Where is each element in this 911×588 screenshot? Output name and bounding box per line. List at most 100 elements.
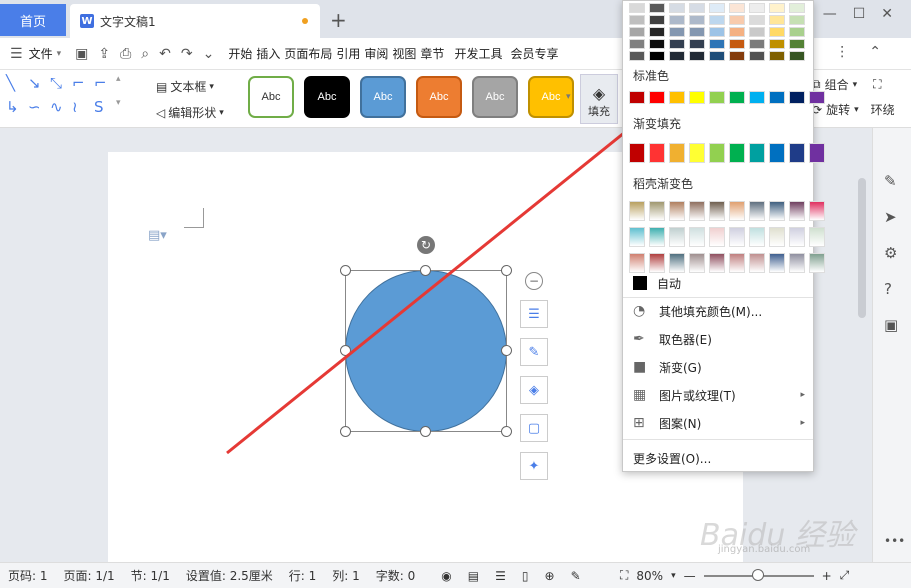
status-pages[interactable]: 页面: 1/1 <box>64 567 115 584</box>
status-word-count[interactable]: 字数: 0 <box>376 567 416 584</box>
status-section[interactable]: 节: 1/1 <box>131 567 170 584</box>
color-swatch[interactable] <box>709 39 725 49</box>
color-swatch[interactable] <box>749 39 765 49</box>
auto-color-item[interactable]: 自动 <box>623 269 813 297</box>
standard-color-swatch[interactable] <box>769 91 785 104</box>
shell-gradient-swatch[interactable] <box>629 227 645 247</box>
zoom-out-icon[interactable]: — <box>684 569 696 583</box>
more-fill-colors-item[interactable]: ◔ 其他填充颜色(M)... <box>623 297 813 325</box>
shell-gradient-swatch[interactable] <box>789 201 805 221</box>
standard-color-swatch[interactable] <box>709 91 725 104</box>
shell-gradient-swatch[interactable] <box>709 227 725 247</box>
zoom-in-icon[interactable]: + <box>822 569 832 583</box>
color-swatch[interactable] <box>649 15 665 25</box>
standard-color-swatch[interactable] <box>809 91 825 104</box>
color-swatch[interactable] <box>729 39 745 49</box>
color-swatch[interactable] <box>629 51 645 61</box>
shell-gradient-swatch[interactable] <box>729 201 745 221</box>
vertical-scrollbar[interactable] <box>855 138 869 558</box>
color-swatch[interactable] <box>709 27 725 37</box>
color-swatch[interactable] <box>629 39 645 49</box>
color-swatch[interactable] <box>669 27 685 37</box>
color-swatch[interactable] <box>749 51 765 61</box>
outline-view-icon[interactable]: ☰ <box>495 569 506 583</box>
sliders-icon[interactable]: ⚙ <box>884 244 897 262</box>
standard-color-swatch[interactable] <box>629 91 645 104</box>
color-swatch[interactable] <box>729 3 745 13</box>
shell-gradient-swatch[interactable] <box>769 201 785 221</box>
color-swatch[interactable] <box>649 27 665 37</box>
zoom-slider-thumb[interactable] <box>751 568 764 581</box>
eyedropper-item[interactable]: ✒ 取色器(E) <box>623 325 813 353</box>
color-swatch[interactable] <box>789 15 805 25</box>
shell-gradient-swatch[interactable] <box>689 201 705 221</box>
fit-page-icon[interactable]: ⛶ <box>620 568 628 583</box>
shell-gradient-swatch[interactable] <box>649 227 665 247</box>
status-setting[interactable]: 设置值: 2.5厘米 <box>186 567 273 584</box>
more-dots-icon[interactable]: ••• <box>884 534 905 548</box>
standard-color-swatch[interactable] <box>729 91 745 104</box>
color-swatch[interactable] <box>749 15 765 25</box>
fullscreen-icon[interactable]: ⤢ <box>840 568 850 583</box>
standard-color-swatch[interactable] <box>669 91 685 104</box>
color-swatch[interactable] <box>729 15 745 25</box>
color-swatch[interactable] <box>689 3 705 13</box>
color-swatch[interactable] <box>669 3 685 13</box>
status-page-number[interactable]: 页码: 1 <box>8 567 48 584</box>
color-swatch[interactable] <box>669 51 685 61</box>
shell-gradient-swatch[interactable] <box>669 227 685 247</box>
gradient-color-swatch[interactable] <box>809 143 825 163</box>
color-swatch[interactable] <box>769 39 785 49</box>
color-swatch[interactable] <box>629 3 645 13</box>
gradient-color-swatch[interactable] <box>669 143 685 163</box>
more-settings-item[interactable]: 更多设置(O)... <box>623 444 813 472</box>
gradient-item[interactable]: ■ 渐变(G) <box>623 353 813 381</box>
color-swatch[interactable] <box>669 39 685 49</box>
color-swatch[interactable] <box>769 3 785 13</box>
color-swatch[interactable] <box>689 51 705 61</box>
pattern-item[interactable]: ⊞ 图案(N) ▸ <box>623 409 813 437</box>
gradient-color-swatch[interactable] <box>709 143 725 163</box>
help-icon[interactable]: ? <box>884 280 892 298</box>
color-swatch[interactable] <box>749 3 765 13</box>
color-swatch[interactable] <box>789 3 805 13</box>
color-swatch[interactable] <box>769 51 785 61</box>
color-swatch[interactable] <box>789 39 805 49</box>
standard-color-swatch[interactable] <box>749 91 765 104</box>
color-swatch[interactable] <box>749 27 765 37</box>
color-swatch[interactable] <box>729 51 745 61</box>
color-swatch[interactable] <box>649 39 665 49</box>
scrollbar-thumb[interactable] <box>858 178 866 318</box>
archive-icon[interactable]: ▣ <box>884 316 898 334</box>
write-view-icon[interactable]: ✎ <box>571 569 581 583</box>
gradient-color-swatch[interactable] <box>629 143 645 163</box>
shell-gradient-swatch[interactable] <box>709 201 725 221</box>
pointer-icon[interactable]: ➤ <box>884 208 897 226</box>
color-swatch[interactable] <box>709 3 725 13</box>
shell-gradient-swatch[interactable] <box>689 227 705 247</box>
standard-color-swatch[interactable] <box>689 91 705 104</box>
shell-gradient-swatch[interactable] <box>809 227 825 247</box>
color-swatch[interactable] <box>669 15 685 25</box>
color-swatch[interactable] <box>689 15 705 25</box>
color-swatch[interactable] <box>709 15 725 25</box>
color-swatch[interactable] <box>649 51 665 61</box>
gradient-color-swatch[interactable] <box>729 143 745 163</box>
color-swatch[interactable] <box>769 15 785 25</box>
gradient-color-swatch[interactable] <box>649 143 665 163</box>
color-swatch[interactable] <box>709 51 725 61</box>
standard-color-swatch[interactable] <box>789 91 805 104</box>
color-swatch[interactable] <box>789 27 805 37</box>
color-swatch[interactable] <box>769 27 785 37</box>
color-swatch[interactable] <box>689 27 705 37</box>
zoom-slider[interactable] <box>703 568 814 581</box>
shell-gradient-swatch[interactable] <box>629 201 645 221</box>
page-view-icon[interactable]: ▤ <box>468 569 479 583</box>
color-swatch[interactable] <box>629 27 645 37</box>
shell-gradient-swatch[interactable] <box>749 201 765 221</box>
shell-gradient-swatch[interactable] <box>649 201 665 221</box>
shell-gradient-swatch[interactable] <box>789 227 805 247</box>
shell-gradient-swatch[interactable] <box>809 201 825 221</box>
color-swatch[interactable] <box>649 3 665 13</box>
color-swatch[interactable] <box>629 15 645 25</box>
